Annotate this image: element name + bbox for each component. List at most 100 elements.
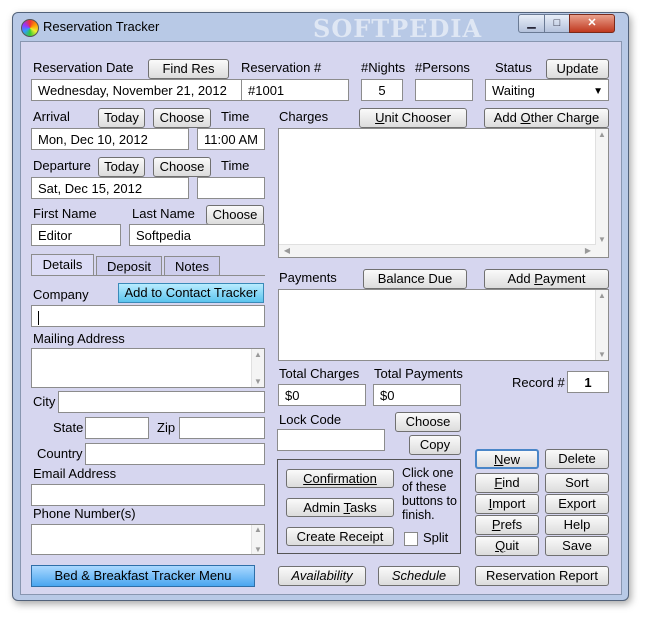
minimize-button[interactable]: ▁ <box>518 14 545 33</box>
phone-field[interactable]: ▲ ▼ <box>31 524 265 555</box>
add-other-charge-button[interactable]: Add Other Charge <box>484 108 609 128</box>
phone-scrollbar[interactable]: ▲ ▼ <box>251 525 264 554</box>
scroll-down-arrow-icon[interactable]: ▼ <box>596 350 608 359</box>
lock-code-field[interactable] <box>277 429 385 451</box>
arrival-time-label: Time <box>221 109 250 124</box>
guest-choose-button[interactable]: Choose <box>206 205 264 225</box>
scroll-down-arrow-icon[interactable]: ▼ <box>596 235 608 244</box>
watermark-logo: SOFTPEDIA <box>313 14 483 43</box>
new-button[interactable]: New <box>475 449 539 469</box>
finish-hint-text: Click one of these buttons to finish. <box>402 466 457 522</box>
unit-chooser-button[interactable]: Unit Chooser <box>359 108 467 128</box>
last-name-label: Last Name <box>132 206 195 221</box>
first-name-field[interactable]: Editor <box>31 224 121 246</box>
lock-copy-button[interactable]: Copy <box>409 435 461 455</box>
admin-tasks-button[interactable]: Admin Tasks <box>286 498 394 517</box>
reservation-number-label: Reservation # <box>241 60 322 75</box>
departure-time-field[interactable] <box>197 177 265 199</box>
state-field[interactable] <box>85 417 149 439</box>
zip-label: Zip <box>157 420 176 435</box>
reservation-number-field[interactable]: #1001 <box>241 79 349 101</box>
add-payment-button[interactable]: Add Payment <box>484 269 609 289</box>
departure-date-field[interactable]: Sat, Dec 15, 2012 <box>31 177 189 199</box>
prefs-button[interactable]: Prefs <box>475 515 539 535</box>
export-button[interactable]: Export <box>545 494 609 514</box>
status-value: Waiting <box>492 83 535 98</box>
mailing-address-label: Mailing Address <box>33 331 125 346</box>
nights-label: #Nights <box>361 60 406 75</box>
country-field[interactable] <box>85 443 265 465</box>
phone-label: Phone Number(s) <box>33 506 136 521</box>
email-label: Email Address <box>33 466 117 481</box>
scroll-up-arrow-icon[interactable]: ▲ <box>596 291 608 300</box>
close-button[interactable]: ✕ <box>569 14 615 33</box>
scroll-right-arrow-icon[interactable]: ▶ <box>582 246 594 255</box>
scroll-down-arrow-icon[interactable]: ▼ <box>252 377 264 386</box>
persons-label: #Persons <box>415 60 470 75</box>
dropdown-arrow-icon: ▼ <box>593 86 603 97</box>
lock-choose-button[interactable]: Choose <box>395 412 461 432</box>
departure-choose-button[interactable]: Choose <box>153 157 211 177</box>
tab-details[interactable]: Details <box>31 254 94 276</box>
mailing-address-field[interactable]: ▲ ▼ <box>31 348 265 388</box>
create-receipt-button[interactable]: Create Receipt <box>286 527 394 546</box>
persons-field[interactable] <box>415 79 473 101</box>
arrival-date-field[interactable]: Mon, Dec 10, 2012 <box>31 128 189 150</box>
charges-vertical-scrollbar[interactable]: ▲ ▼ <box>595 129 608 257</box>
sort-button[interactable]: Sort <box>545 473 609 493</box>
balance-due-button[interactable]: Balance Due <box>363 269 467 289</box>
arrival-choose-button[interactable]: Choose <box>153 108 211 128</box>
app-window: Reservation Tracker SOFTPEDIA ▁ □ ✕ Rese… <box>12 12 629 601</box>
status-select[interactable]: Waiting ▼ <box>485 79 609 101</box>
tab-deposit[interactable]: Deposit <box>96 256 162 276</box>
company-field[interactable] <box>31 305 265 327</box>
help-button[interactable]: Help <box>545 515 609 535</box>
arrival-today-button[interactable]: Today <box>98 108 145 128</box>
availability-button[interactable]: Availability <box>278 566 366 586</box>
scroll-up-arrow-icon[interactable]: ▲ <box>596 130 608 139</box>
maximize-button[interactable]: □ <box>544 14 570 33</box>
status-label: Status <box>495 60 532 75</box>
add-to-contact-tracker-button[interactable]: Add to Contact Tracker <box>118 283 264 303</box>
find-button[interactable]: Find <box>475 473 539 493</box>
departure-today-button[interactable]: Today <box>98 157 145 177</box>
nights-field[interactable]: 5 <box>361 79 403 101</box>
reservation-date-field[interactable]: Wednesday, November 21, 2012 <box>31 79 245 101</box>
quit-button[interactable]: Quit <box>475 536 539 556</box>
country-label: Country <box>37 446 83 461</box>
confirmation-button[interactable]: Confirmation <box>286 469 394 488</box>
company-label: Company <box>33 287 89 302</box>
first-name-label: First Name <box>33 206 97 221</box>
total-payments-label: Total Payments <box>374 366 463 381</box>
charges-list[interactable]: ▲ ▼ ◀ ▶ <box>278 128 609 258</box>
save-button[interactable]: Save <box>545 536 609 556</box>
update-button[interactable]: Update <box>546 59 609 79</box>
split-label: Split <box>423 530 449 545</box>
finish-actions-group: Confirmation Admin Tasks Create Receipt … <box>277 459 461 554</box>
find-res-button[interactable]: Find Res <box>148 59 229 79</box>
mailing-address-scrollbar[interactable]: ▲ ▼ <box>251 349 264 387</box>
arrival-time-field[interactable]: 11:00 AM <box>197 128 265 150</box>
scroll-left-arrow-icon[interactable]: ◀ <box>281 246 293 255</box>
email-field[interactable] <box>31 484 265 506</box>
payments-list[interactable]: ▲ ▼ <box>278 289 609 361</box>
departure-label: Departure <box>33 158 91 173</box>
delete-button[interactable]: Delete <box>545 449 609 469</box>
split-checkbox[interactable] <box>404 532 418 546</box>
bb-tracker-menu-button[interactable]: Bed & Breakfast Tracker Menu <box>31 565 255 587</box>
city-field[interactable] <box>58 391 265 413</box>
scroll-down-arrow-icon[interactable]: ▼ <box>252 545 264 554</box>
reservation-report-button[interactable]: Reservation Report <box>475 566 609 586</box>
import-button[interactable]: Import <box>475 494 539 514</box>
scroll-up-arrow-icon[interactable]: ▲ <box>252 350 264 359</box>
scroll-up-arrow-icon[interactable]: ▲ <box>252 525 264 534</box>
tab-notes[interactable]: Notes <box>164 256 220 276</box>
charges-horizontal-scrollbar[interactable]: ◀ ▶ <box>279 244 596 257</box>
lock-code-label: Lock Code <box>279 412 342 427</box>
payments-scrollbar[interactable]: ▲ ▼ <box>595 290 608 360</box>
title-bar: Reservation Tracker SOFTPEDIA ▁ □ ✕ <box>13 13 628 43</box>
last-name-field[interactable]: Softpedia <box>129 224 265 246</box>
schedule-button[interactable]: Schedule <box>378 566 460 586</box>
record-number-field[interactable]: 1 <box>567 371 609 393</box>
zip-field[interactable] <box>179 417 265 439</box>
